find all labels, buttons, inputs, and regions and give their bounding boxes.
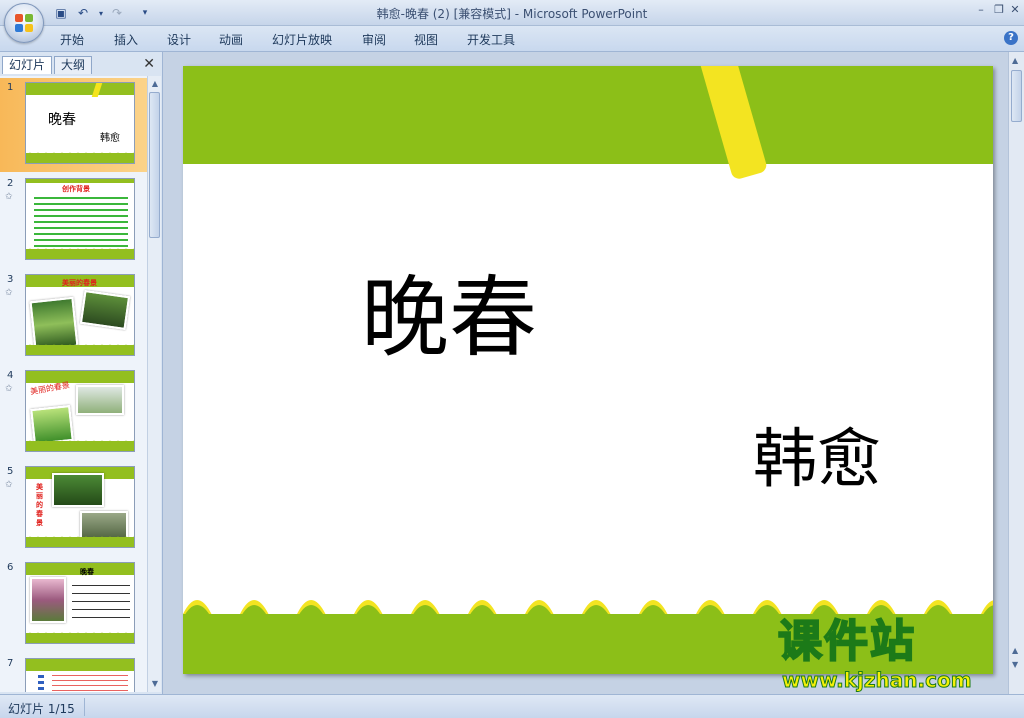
scroll-down-icon[interactable]: ▼ [150,679,160,689]
slide-thumbnail-5[interactable]: 5 ✩ 美丽的春景 [0,462,147,556]
animation-star-icon: ✩ [5,192,13,202]
pane-tabs: 幻灯片 大纲 ✕ [0,54,163,74]
status-bar: 幻灯片 1/15 [0,694,1024,718]
slide-preview: 晚春 [25,562,135,644]
next-slide-icon[interactable]: ▼ [1012,660,1018,669]
tab-review[interactable]: 审阅 [362,31,386,48]
slide-preview: 美丽的春景 [25,274,135,356]
animation-star-icon: ✩ [5,384,13,394]
slide-title[interactable]: 晚春 [361,274,537,362]
tab-developer[interactable]: 开发工具 [467,31,515,48]
watermark-brand: 课件站 [777,616,916,667]
thumb-title: 创作背景 [62,185,90,193]
slide-thumbnail-6[interactable]: 6 晚春 [0,558,147,652]
slide-number: 3 [7,274,14,285]
bird-photo [79,289,131,331]
office-logo-icon [15,14,33,32]
pane-scrollbar[interactable]: ▲ ▼ [147,76,161,692]
slide-preview [25,658,135,692]
previous-slide-icon[interactable]: ▲ [1012,646,1018,655]
slide-number: 1 [7,82,14,93]
minimize-icon[interactable]: – [974,3,988,17]
current-slide[interactable]: 晚春 韩愈 [183,66,993,674]
thumb-title: 晚春 [48,112,76,128]
slide-thumbnail-2[interactable]: 2 ✩ 创作背景 [0,174,147,268]
top-green-band [183,66,993,164]
tab-design[interactable]: 设计 [167,31,191,48]
status-divider [84,698,85,716]
slide-editor: 晚春 韩愈 [163,52,1008,694]
slide-preview: 晚春 韩愈 [25,82,135,164]
tab-slideshow[interactable]: 幻灯片放映 [272,31,332,48]
title-bar: ▣ ↶ ▾ ↷ ▾ 韩愈-晚春 (2) [兼容模式] - Microsoft P… [0,0,1024,43]
window-title: 韩愈-晚春 (2) [兼容模式] - Microsoft PowerPoint [376,7,648,21]
tab-home[interactable]: 开始 [60,31,84,48]
thumb-title: 美丽的春景 [62,279,97,287]
thumbnail-list: 1 晚春 韩愈 2 ✩ 创作背景 3 ✩ 美丽的春景 4 ✩ 美丽的春景 5 ✩… [0,76,147,692]
tab-outline[interactable]: 大纲 [54,56,93,74]
help-icon[interactable]: ? [1004,31,1018,45]
watermark-url: www.kjzhan.com [782,668,973,693]
animation-star-icon: ✩ [5,288,13,298]
watermark: 课件站 www.kjzhan.com [777,616,1006,693]
poem-lines [72,585,130,621]
slide-number: 5 [7,466,14,477]
blossom-photo [30,577,66,623]
pane-scroll-thumb[interactable] [149,92,160,238]
slide-number: 4 [7,370,14,381]
thumb-title: 美丽的春景 [36,483,43,527]
slide-preview: 创作背景 [25,178,135,260]
slide-subtitle[interactable]: 韩愈 [753,428,881,492]
slide-number: 2 [7,178,14,189]
tab-view[interactable]: 视图 [414,31,438,48]
lake-photo [76,385,124,415]
slides-pane: 幻灯片 大纲 ✕ 1 晚春 韩愈 2 ✩ 创作背景 3 ✩ 美丽的春景 4 ✩ … [0,52,163,694]
restore-icon[interactable]: ❐ [992,3,1006,17]
tab-animations[interactable]: 动画 [219,31,243,48]
ribbon-tabs: 开始 插入 设计 动画 幻灯片放映 审阅 视图 开发工具 ? [0,26,1024,52]
close-icon[interactable]: ✕ [1008,3,1022,17]
slide-preview: 美丽的春景 [25,370,135,452]
slide-number: 7 [7,658,14,669]
editor-scrollbar[interactable]: ▲ ▲ ▼ [1008,52,1024,694]
slide-preview: 美丽的春景 [25,466,135,548]
slide-thumbnail-3[interactable]: 3 ✩ 美丽的春景 [0,270,147,364]
animation-star-icon: ✩ [5,480,13,490]
slide-thumbnail-7[interactable]: 7 [0,654,147,692]
editor-scroll-thumb[interactable] [1011,70,1022,122]
close-pane-icon[interactable]: ✕ [143,56,155,72]
tab-insert[interactable]: 插入 [114,31,138,48]
slide-indicator: 幻灯片 1/15 [8,702,75,716]
slide-thumbnail-4[interactable]: 4 ✩ 美丽的春景 [0,366,147,460]
slide-thumbnail-1[interactable]: 1 晚春 韩愈 [0,78,147,172]
text-lines [52,675,128,692]
vertical-text [38,675,44,692]
scroll-up-icon[interactable]: ▲ [1012,56,1018,65]
scroll-up-icon[interactable]: ▲ [150,79,160,89]
thumb-subtitle: 韩愈 [100,133,120,144]
thumb-title: 晚春 [80,568,94,576]
slide-number: 6 [7,562,14,573]
office-button[interactable] [4,3,44,43]
tab-slides[interactable]: 幻灯片 [2,56,53,74]
tree-photo [52,473,104,507]
